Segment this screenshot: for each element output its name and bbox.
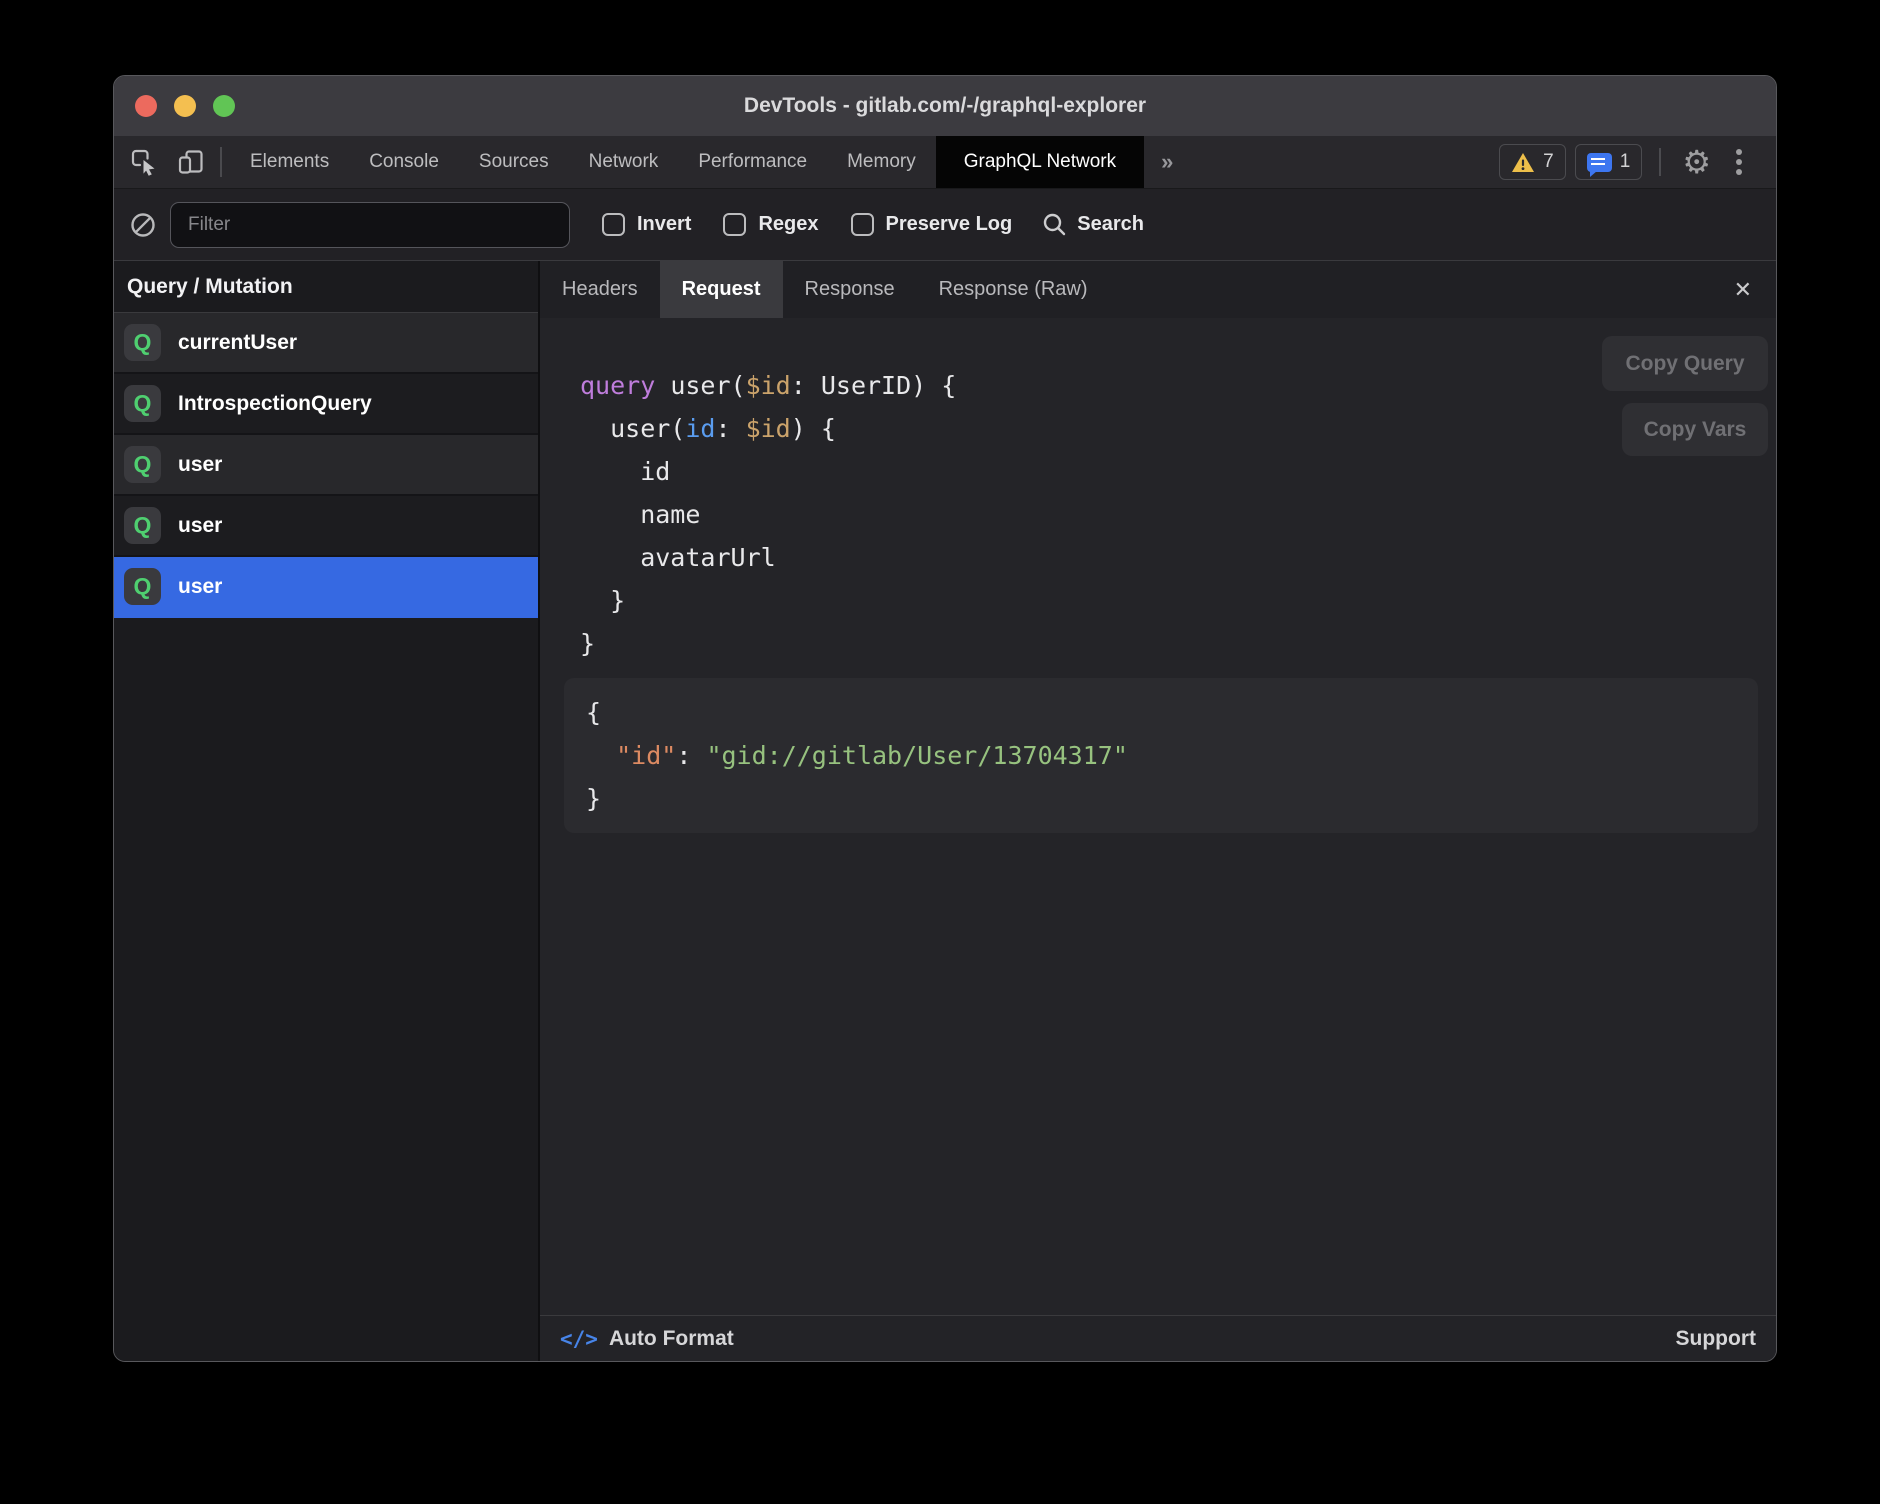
tab-request[interactable]: Request [660, 261, 783, 318]
tab-console[interactable]: Console [349, 136, 459, 188]
close-panel-icon[interactable]: ✕ [1710, 261, 1776, 318]
device-toolbar-icon[interactable] [177, 148, 205, 176]
graphql-query-code: query user($id: UserID) { user(id: $id) … [580, 364, 1776, 665]
sidebar-header: Query / Mutation [114, 261, 538, 313]
invert-label: Invert [637, 213, 691, 236]
query-name: currentUser [178, 331, 297, 355]
regex-label: Regex [758, 213, 818, 236]
regex-toggle[interactable]: Regex [723, 213, 818, 236]
query-sidebar: Query / Mutation Q currentUser Q Introsp… [114, 261, 540, 1361]
query-list-item-selected[interactable]: Q user [114, 557, 538, 618]
issues-count: 1 [1620, 151, 1631, 173]
more-options-icon[interactable] [1724, 149, 1754, 175]
copy-vars-button[interactable]: Copy Vars [1622, 403, 1768, 456]
preserve-log-checkbox[interactable] [851, 213, 874, 236]
variables-json-code: { "id": "gid://gitlab/User/13704317"} [586, 691, 1736, 820]
request-detail-panel: Headers Request Response Response (Raw) … [540, 261, 1776, 1361]
devtools-window: DevTools - gitlab.com/-/graphql-explorer [113, 75, 1777, 1362]
tab-graphql-network[interactable]: GraphQL Network [936, 136, 1144, 188]
warning-triangle-icon [1511, 152, 1535, 173]
copy-query-button[interactable]: Copy Query [1602, 336, 1768, 391]
auto-format-button[interactable]: </> Auto Format [560, 1327, 734, 1351]
query-type-badge: Q [124, 324, 161, 361]
query-list-item[interactable]: Q currentUser [114, 313, 538, 374]
variables-box: { "id": "gid://gitlab/User/13704317"} [564, 678, 1758, 833]
auto-format-label: Auto Format [609, 1327, 734, 1351]
desktop-background: DevTools - gitlab.com/-/graphql-explorer [0, 0, 1880, 1504]
support-link[interactable]: Support [1676, 1327, 1756, 1351]
tab-response-raw[interactable]: Response (Raw) [917, 261, 1110, 318]
issues-badge[interactable]: 1 [1575, 144, 1643, 180]
query-type-badge: Q [124, 507, 161, 544]
tab-headers[interactable]: Headers [540, 261, 660, 318]
query-list-item[interactable]: Q user [114, 435, 538, 496]
query-name: user [178, 453, 222, 477]
panel-footer: </> Auto Format Support [540, 1315, 1776, 1361]
inspect-element-icon[interactable] [130, 148, 158, 176]
tab-elements[interactable]: Elements [230, 136, 349, 188]
devtools-tab-bar: Elements Console Sources Network Perform… [114, 136, 1776, 189]
tab-performance[interactable]: Performance [678, 136, 827, 188]
detail-tabs: Headers Request Response Response (Raw) … [540, 261, 1776, 318]
query-type-badge: Q [124, 446, 161, 483]
invert-toggle[interactable]: Invert [602, 213, 691, 236]
query-list-item[interactable]: Q user [114, 496, 538, 557]
query-type-badge: Q [124, 385, 161, 422]
tab-bar-right-cluster: 7 1 ⚙ [1499, 136, 1776, 188]
window-title: DevTools - gitlab.com/-/graphql-explorer [114, 94, 1776, 118]
invert-checkbox[interactable] [602, 213, 625, 236]
more-tabs-chevron-icon[interactable]: » [1144, 136, 1190, 188]
tab-response[interactable]: Response [783, 261, 917, 318]
title-bar: DevTools - gitlab.com/-/graphql-explorer [114, 76, 1776, 136]
toolbar-divider [1659, 148, 1661, 176]
request-content: query user($id: UserID) { user(id: $id) … [540, 318, 1776, 1315]
message-bubble-icon [1587, 153, 1612, 172]
filter-bar: Invert Regex Preserve Log Search [114, 189, 1776, 261]
clear-block-icon[interactable] [130, 212, 156, 238]
code-brackets-icon: </> [560, 1327, 598, 1351]
preserve-log-toggle[interactable]: Preserve Log [851, 213, 1013, 236]
settings-gear-icon[interactable]: ⚙ [1678, 146, 1715, 178]
search-label: Search [1077, 213, 1144, 236]
tab-network[interactable]: Network [569, 136, 679, 188]
search-icon [1042, 212, 1067, 237]
filter-input[interactable] [170, 202, 570, 248]
query-name: IntrospectionQuery [178, 392, 372, 416]
tab-sources[interactable]: Sources [459, 136, 569, 188]
query-name: user [178, 575, 222, 599]
query-name: user [178, 514, 222, 538]
warning-count: 7 [1543, 151, 1554, 173]
query-type-badge: Q [124, 568, 161, 605]
regex-checkbox[interactable] [723, 213, 746, 236]
search-button[interactable]: Search [1042, 212, 1144, 237]
tab-memory[interactable]: Memory [827, 136, 936, 188]
preserve-log-label: Preserve Log [886, 213, 1013, 236]
tab-bar-icons [114, 136, 218, 188]
tab-bar-divider [220, 147, 222, 177]
query-list-item[interactable]: Q IntrospectionQuery [114, 374, 538, 435]
warnings-badge[interactable]: 7 [1499, 144, 1566, 180]
devtools-body: Query / Mutation Q currentUser Q Introsp… [114, 261, 1776, 1361]
